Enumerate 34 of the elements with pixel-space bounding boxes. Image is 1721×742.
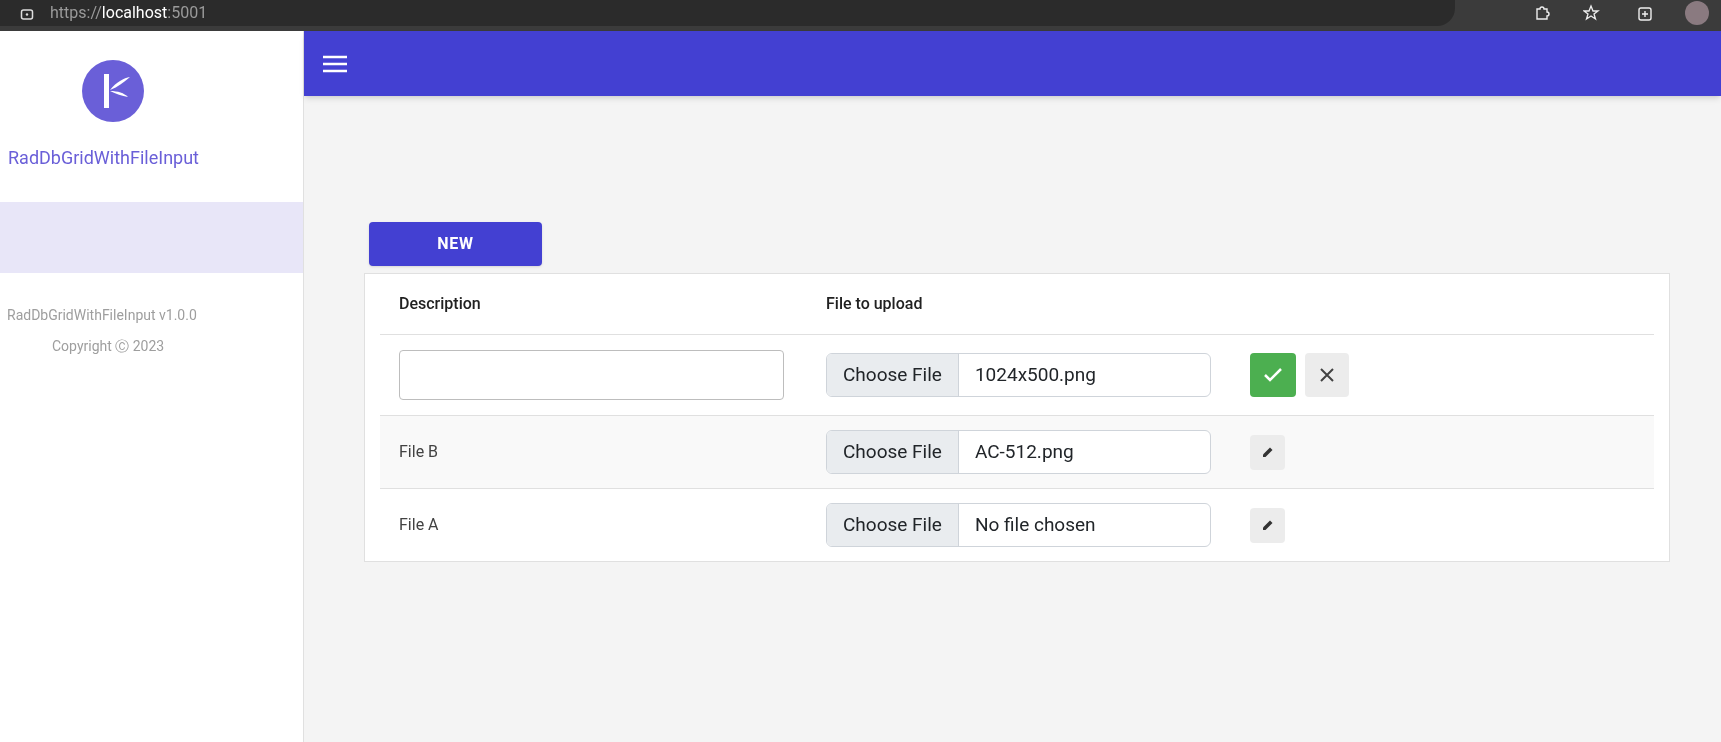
choose-file-button[interactable]: Choose File xyxy=(827,431,959,473)
file-name: AC-512.png xyxy=(973,438,1075,465)
edit-button[interactable] xyxy=(1250,434,1285,470)
new-button[interactable]: NEW xyxy=(369,222,542,266)
close-icon xyxy=(1319,367,1335,383)
puzzle-icon[interactable] xyxy=(1533,4,1551,22)
column-header: Description xyxy=(399,293,482,315)
description-cell-text: File A xyxy=(399,514,439,536)
file-input[interactable]: Choose File 1024x500.png xyxy=(826,353,1211,397)
save-button[interactable] xyxy=(1250,353,1296,397)
choose-file-button[interactable]: Choose File xyxy=(827,504,959,546)
favorites-icon[interactable] xyxy=(1583,4,1603,22)
choose-file-button[interactable]: Choose File xyxy=(827,354,959,396)
version-text: RadDbGridWithFileInput v1.0.0 xyxy=(7,306,197,325)
copyright-text: Copyright Ⓒ 2023 xyxy=(52,337,165,356)
logo-icon xyxy=(81,60,144,122)
pencil-icon xyxy=(1261,446,1274,458)
cancel-button[interactable] xyxy=(1305,353,1349,397)
file-name: 1024x500.png xyxy=(973,361,1097,388)
checkmark-icon xyxy=(1263,367,1283,383)
url-text[interactable]: https://localhost:5001 xyxy=(50,1,208,25)
description-input[interactable] xyxy=(399,350,784,400)
file-name: No file chosen xyxy=(973,511,1097,538)
collections-icon[interactable] xyxy=(1635,4,1653,22)
profile-avatar[interactable] xyxy=(1685,1,1709,25)
column-header: File to upload xyxy=(826,293,923,315)
menu-icon[interactable] xyxy=(322,53,348,74)
pencil-icon xyxy=(1261,519,1274,531)
description-cell-text: File B xyxy=(399,441,439,463)
edit-button[interactable] xyxy=(1250,507,1285,543)
file-input[interactable]: Choose File AC-512.png xyxy=(826,430,1211,474)
file-input[interactable]: Choose File No file chosen xyxy=(826,503,1211,547)
app-name[interactable]: RadDbGridWithFileInput xyxy=(8,144,303,171)
lock-icon xyxy=(20,6,34,20)
